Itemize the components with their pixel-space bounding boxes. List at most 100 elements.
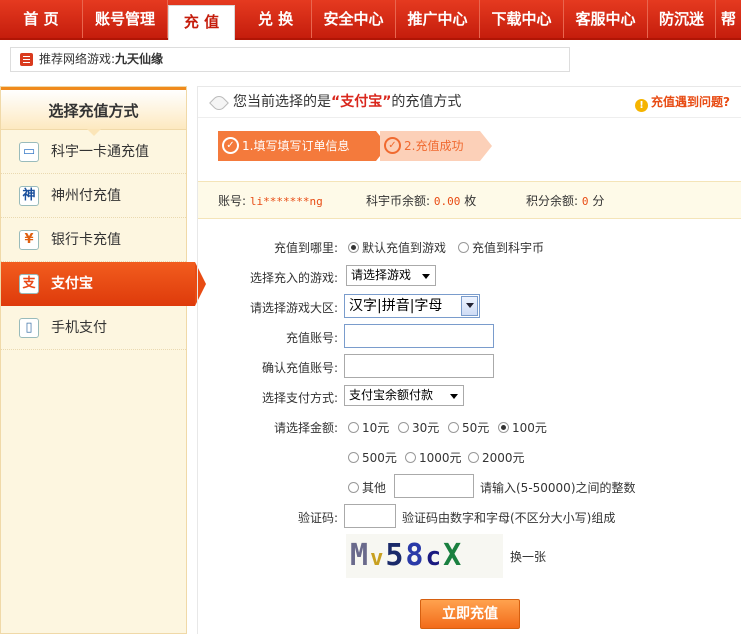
- method-header: 您当前选择的是“支付宝”的充值方式 ! 充值遇到问题?: [198, 87, 741, 118]
- pay-method-value: 支付宝余额付款: [349, 388, 434, 402]
- step-success: ✓ 2.充值成功: [380, 131, 492, 161]
- sidebar-item-label: 科宇一卡通充值: [51, 144, 149, 160]
- pay-method-label: 选择支付方式:: [261, 391, 338, 405]
- nav-service[interactable]: 客服中心: [564, 0, 648, 38]
- coin-balance: 科宇币余额: 0.00 枚: [366, 182, 476, 221]
- points-unit: 分: [592, 194, 605, 208]
- nav-account[interactable]: 账号管理: [83, 0, 168, 38]
- help-link[interactable]: ! 充值遇到问题?: [635, 87, 730, 118]
- phone-icon: ▯: [19, 318, 39, 338]
- coin-value: 0.00: [433, 195, 461, 208]
- nav-recharge[interactable]: 充 值: [168, 5, 235, 40]
- radio-icon: [458, 242, 469, 253]
- step-fill-order: ✓ 1.填写填写订单信息: [218, 131, 388, 161]
- main-panel: 您当前选择的是“支付宝”的充值方式 ! 充值遇到问题? ✓ 1.填写填写订单信息 ✓…: [197, 86, 741, 634]
- coin-label: 科宇币余额:: [366, 194, 431, 208]
- captcha-input[interactable]: [344, 504, 396, 528]
- chevron-down-icon: [422, 274, 430, 279]
- target-default-radio[interactable]: 默认充值到游戏: [348, 239, 446, 256]
- sidebar-item-bank[interactable]: ¥ 银行卡充值: [1, 218, 186, 262]
- confirm-account-input[interactable]: [344, 354, 494, 378]
- recommend-game-link[interactable]: 九天仙缘: [115, 52, 163, 66]
- radio-label: 默认充值到游戏: [362, 241, 447, 255]
- game-label: 选择充入的游戏:: [249, 271, 338, 285]
- sidebar-title: 选择充值方式: [1, 87, 186, 136]
- sidebar-item-phone[interactable]: ▯ 手机支付: [1, 306, 186, 350]
- check-icon: ✓: [222, 137, 239, 154]
- info-icon: !: [635, 99, 649, 112]
- method-prefix: 您当前选择的是: [233, 94, 331, 110]
- help-label: 充值遇到问题?: [651, 95, 730, 109]
- check-icon: ✓: [384, 137, 401, 154]
- other-amount-input[interactable]: [394, 474, 474, 498]
- game-select[interactable]: 请选择游戏: [346, 265, 436, 286]
- coin-unit: 枚: [464, 194, 477, 208]
- amount-50-radio[interactable]: 50元: [448, 419, 489, 436]
- captcha-char: v: [370, 546, 386, 571]
- nav-home[interactable]: 首 页: [0, 0, 83, 38]
- recharge-account-label: 充值账号:: [285, 331, 338, 345]
- radio-label: 其他: [362, 481, 387, 495]
- amount-1000-radio[interactable]: 1000元: [405, 449, 462, 466]
- pay-method-select[interactable]: 支付宝余额付款: [344, 385, 464, 406]
- amount-2000-radio[interactable]: 2000元: [468, 449, 525, 466]
- sidebar-item-label: 支付宝: [51, 276, 93, 292]
- amount-10-radio[interactable]: 10元: [348, 419, 389, 436]
- radio-icon: [405, 452, 416, 463]
- radio-icon: [348, 242, 359, 253]
- amount-500-radio[interactable]: 500元: [348, 449, 397, 466]
- amount-100-radio[interactable]: 100元: [498, 419, 547, 436]
- other-amount-hint: 请输入(5-50000)之间的整数: [480, 481, 636, 495]
- nav-help[interactable]: 帮: [716, 0, 741, 38]
- nav-download[interactable]: 下载中心: [480, 0, 564, 38]
- confirm-account-label: 确认充值账号:: [261, 361, 338, 375]
- radio-icon: [398, 422, 409, 433]
- points-value: 0: [581, 195, 589, 208]
- captcha-char: M: [350, 538, 371, 573]
- target-coin-radio[interactable]: 充值到科宇币: [458, 239, 544, 256]
- server-label: 请选择游戏大区:: [249, 301, 338, 315]
- radio-label: 10元: [362, 421, 390, 435]
- captcha-char: X: [443, 538, 464, 573]
- points-balance: 积分余额: 0 分: [526, 182, 604, 221]
- captcha-hint: 验证码由数字和字母(不区分大小写)组成: [402, 511, 616, 525]
- server-select[interactable]: 汉字|拼音|字母: [344, 294, 480, 318]
- account-value: li*******ng: [249, 195, 323, 208]
- sidebar-item-label: 银行卡充值: [51, 232, 121, 248]
- nav-security[interactable]: 安全中心: [312, 0, 396, 38]
- alipay-icon: 支: [19, 274, 39, 294]
- amount-label: 请选择金额:: [273, 421, 338, 435]
- radio-icon: [448, 422, 459, 433]
- method-suffix: 的充值方式: [391, 94, 462, 110]
- nav-promotion[interactable]: 推广中心: [396, 0, 480, 38]
- payment-sidebar: 选择充值方式 ▭ 科宇一卡通充值 神 神州付充值 ¥ 银行卡充值 支 支付宝 ▯…: [0, 86, 206, 634]
- bank-icon: ¥: [19, 230, 39, 250]
- sidebar-item-shenzhoufu[interactable]: 神 神州付充值: [1, 174, 186, 218]
- nav-anti-addiction[interactable]: 防沉迷: [648, 0, 716, 38]
- radio-label: 30元: [412, 421, 440, 435]
- radio-label: 100元: [512, 421, 547, 435]
- nav-exchange[interactable]: 兑 换: [240, 0, 312, 38]
- recommend-label: 推荐网络游戏:: [39, 52, 116, 66]
- shenzhoufu-icon: 神: [19, 186, 39, 206]
- game-select-value: 请选择游戏: [351, 268, 412, 282]
- page: 首 页 账号管理 充 值 兑 换 安全中心 推广中心 下载中心 客服中心 防沉迷…: [0, 0, 741, 634]
- refresh-captcha-link[interactable]: 换一张: [510, 548, 546, 565]
- radio-label: 50元: [462, 421, 490, 435]
- radio-label: 充值到科宇币: [472, 241, 545, 255]
- captcha-image[interactable]: Mv58cX: [346, 534, 503, 578]
- amount-other-radio[interactable]: 其他: [348, 479, 386, 496]
- recommend-bar: 推荐网络游戏:九天仙缘: [10, 47, 570, 72]
- recharge-account-input[interactable]: [344, 324, 494, 348]
- sidebar-item-kuyu-card[interactable]: ▭ 科宇一卡通充值: [1, 130, 186, 174]
- submit-button[interactable]: 立即充值: [420, 599, 520, 629]
- amount-30-radio[interactable]: 30元: [398, 419, 439, 436]
- step-label: 1.填写填写订单信息: [242, 139, 350, 153]
- pen-icon: [209, 93, 229, 113]
- captcha-char: c: [425, 542, 444, 572]
- target-label: 充值到哪里:: [273, 241, 338, 255]
- radio-icon: [468, 452, 479, 463]
- sidebar-item-alipay[interactable]: 支 支付宝: [1, 262, 206, 306]
- points-label: 积分余额:: [526, 194, 579, 208]
- captcha-label: 验证码:: [297, 511, 338, 525]
